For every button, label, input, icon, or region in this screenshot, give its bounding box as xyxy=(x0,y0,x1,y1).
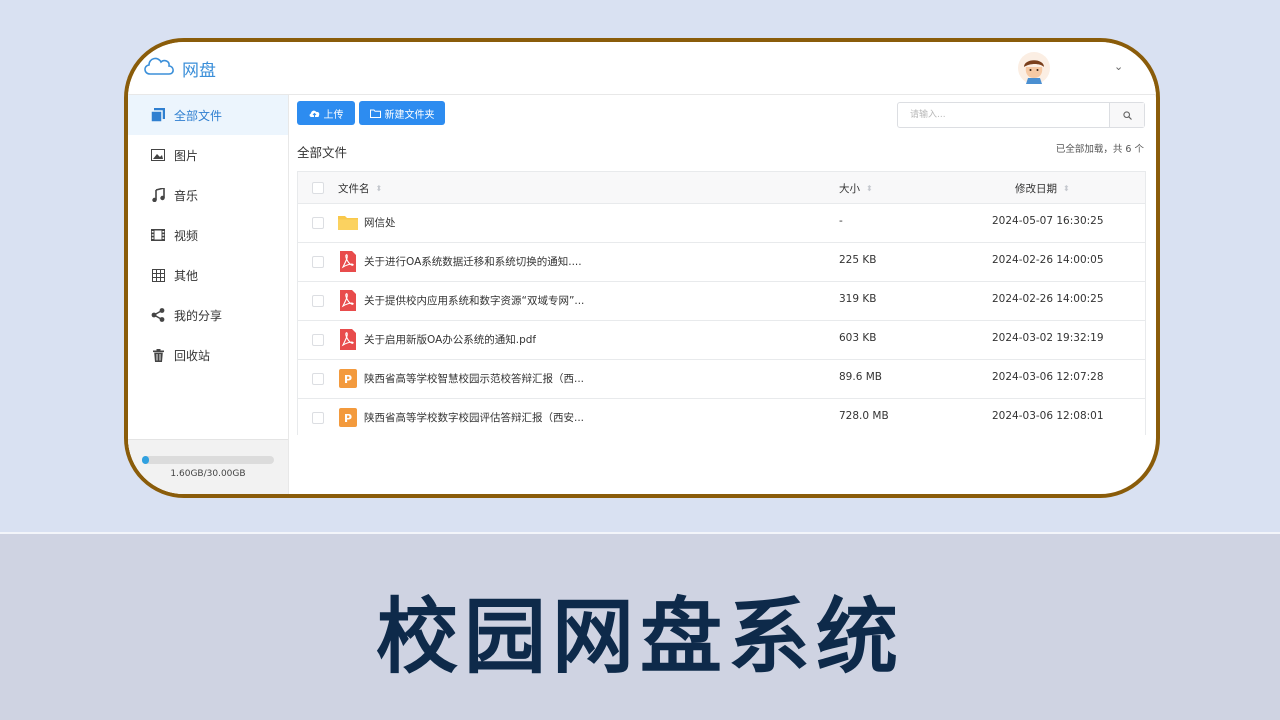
file-modified-date: 2024-03-02 19:32:19 xyxy=(992,332,1104,344)
row-checkbox[interactable] xyxy=(312,217,324,229)
ppt-file-icon: P xyxy=(339,369,357,388)
main-content: 上传 新建文件夹 全部文件 已全部加载，共 6 个 xyxy=(289,95,1156,494)
sidebar-item-label: 我的分享 xyxy=(174,308,223,323)
sidebar-item-label: 回收站 xyxy=(174,348,211,363)
column-header-label: 文件名 xyxy=(338,183,370,195)
table-header: 文件名 ⬍ 大小 ⬍ 修改日期 ⬍ xyxy=(298,172,1145,204)
row-checkbox[interactable] xyxy=(312,295,324,307)
upload-button[interactable]: 上传 xyxy=(297,101,355,125)
user-menu-chevron-icon[interactable]: ⌄ xyxy=(1114,60,1123,73)
storage-progress-bar xyxy=(142,456,274,464)
sort-icon[interactable]: ⬍ xyxy=(1063,184,1070,193)
new-folder-button-label: 新建文件夹 xyxy=(384,109,435,121)
upload-button-label: 上传 xyxy=(323,109,344,121)
file-name[interactable]: 关于启用新版OA办公系统的通知.pdf xyxy=(364,332,536,347)
column-header-label: 大小 xyxy=(839,183,860,195)
sidebar-item-label: 其他 xyxy=(174,268,199,283)
search-box xyxy=(897,102,1145,128)
table-row[interactable]: 关于进行OA系统数据迁移和系统切换的通知.... 225 KB 2024-02-… xyxy=(298,243,1145,282)
ppt-file-icon: P xyxy=(339,408,357,427)
screenshot-frame: 网盘 ⌄ 全部文件 图片 音乐 视频 其他 我的分享 回收站 1.60GB/30… xyxy=(124,38,1160,498)
banner-title: 校园网盘系统 xyxy=(375,590,904,685)
pdf-file-icon xyxy=(340,290,356,311)
file-name[interactable]: 网信处 xyxy=(364,215,396,230)
storage-usage-text: 1.60GB/30.00GB xyxy=(170,469,246,479)
folder-icon xyxy=(369,109,381,118)
file-table: 文件名 ⬍ 大小 ⬍ 修改日期 ⬍ 网信处 - 2024-05-07 16:30… xyxy=(297,171,1146,437)
svg-text:P: P xyxy=(344,412,352,425)
sidebar-item-music[interactable]: 音乐 xyxy=(128,175,288,215)
sidebar-item-video[interactable]: 视频 xyxy=(128,215,288,255)
file-modified-date: 2024-02-26 14:00:05 xyxy=(992,254,1104,266)
sidebar-item-label: 视频 xyxy=(174,228,199,243)
column-header-label: 修改日期 xyxy=(1015,183,1057,195)
image-icon xyxy=(148,149,168,161)
file-name[interactable]: 关于进行OA系统数据迁移和系统切换的通知.... xyxy=(364,254,582,269)
row-checkbox[interactable] xyxy=(312,256,324,268)
share-icon xyxy=(148,308,168,322)
sidebar-item-images[interactable]: 图片 xyxy=(128,135,288,175)
table-row[interactable]: P 陕西省高等学校智慧校园示范校答辩汇报（西... 89.6 MB 2024-0… xyxy=(298,360,1145,399)
cloud-icon xyxy=(144,57,174,75)
file-size: 603 KB xyxy=(839,332,877,344)
sidebar: 全部文件 图片 音乐 视频 其他 我的分享 回收站 1.60GB/30.00GB xyxy=(128,95,289,494)
file-size: 728.0 MB xyxy=(839,410,889,422)
cloud-upload-icon xyxy=(309,109,320,118)
sort-icon[interactable]: ⬍ xyxy=(866,184,873,193)
storage-usage: 1.60GB/30.00GB xyxy=(128,439,288,494)
sidebar-item-my-shares[interactable]: 我的分享 xyxy=(128,295,288,335)
app-logo-text: 网盘 xyxy=(182,61,216,81)
file-name[interactable]: 陕西省高等学校智慧校园示范校答辩汇报（西... xyxy=(364,371,584,386)
column-header-name[interactable]: 文件名 ⬍ xyxy=(338,181,382,196)
avatar[interactable] xyxy=(1018,52,1050,84)
files-icon xyxy=(148,108,168,122)
app-window: 网盘 ⌄ 全部文件 图片 音乐 视频 其他 我的分享 回收站 1.60GB/30… xyxy=(128,42,1156,494)
sidebar-item-other[interactable]: 其他 xyxy=(128,255,288,295)
file-size: 225 KB xyxy=(839,254,877,266)
row-checkbox[interactable] xyxy=(312,373,324,385)
sort-icon[interactable]: ⬍ xyxy=(376,184,383,193)
sidebar-item-label: 图片 xyxy=(174,148,199,163)
grid-icon xyxy=(148,268,168,282)
column-header-size[interactable]: 大小 ⬍ xyxy=(839,181,873,196)
sidebar-item-recycle-bin[interactable]: 回收站 xyxy=(128,335,288,375)
load-status-text: 已全部加载，共 6 个 xyxy=(1055,144,1144,155)
file-name[interactable]: 关于提供校内应用系统和数字资源“双域专网”... xyxy=(364,293,584,308)
sidebar-item-all-files[interactable]: 全部文件 xyxy=(128,95,288,135)
row-checkbox[interactable] xyxy=(312,334,324,346)
file-size: - xyxy=(839,215,843,227)
column-header-date[interactable]: 修改日期 ⬍ xyxy=(1015,181,1070,196)
storage-progress-fill xyxy=(142,456,149,464)
new-folder-button[interactable]: 新建文件夹 xyxy=(359,101,445,125)
file-size: 319 KB xyxy=(839,293,877,305)
search-button[interactable] xyxy=(1109,103,1144,127)
table-row[interactable]: 网信处 - 2024-05-07 16:30:25 xyxy=(298,204,1145,243)
sidebar-item-label: 全部文件 xyxy=(174,108,223,123)
svg-text:P: P xyxy=(344,373,352,386)
app-header: 网盘 ⌄ xyxy=(128,42,1156,95)
pdf-file-icon xyxy=(340,329,356,350)
table-row[interactable]: P 陕西省高等学校数字校园评估答辩汇报（西安... 728.0 MB 2024-… xyxy=(298,399,1145,437)
select-all-checkbox[interactable] xyxy=(312,182,324,194)
breadcrumb: 全部文件 xyxy=(297,145,348,160)
row-checkbox[interactable] xyxy=(312,412,324,424)
search-icon xyxy=(1122,110,1132,120)
file-modified-date: 2024-02-26 14:00:25 xyxy=(992,293,1104,305)
file-modified-date: 2024-05-07 16:30:25 xyxy=(992,215,1104,227)
folder-icon xyxy=(338,216,358,230)
sidebar-item-label: 音乐 xyxy=(174,188,199,203)
table-row[interactable]: 关于提供校内应用系统和数字资源“双域专网”... 319 KB 2024-02-… xyxy=(298,282,1145,321)
trash-icon xyxy=(148,348,168,362)
file-name[interactable]: 陕西省高等学校数字校园评估答辩汇报（西安... xyxy=(364,410,584,425)
pdf-file-icon xyxy=(340,251,356,272)
file-size: 89.6 MB xyxy=(839,371,882,383)
table-row[interactable]: 关于启用新版OA办公系统的通知.pdf 603 KB 2024-03-02 19… xyxy=(298,321,1145,360)
file-modified-date: 2024-03-06 12:08:01 xyxy=(992,410,1104,422)
video-icon xyxy=(148,229,168,241)
file-modified-date: 2024-03-06 12:07:28 xyxy=(992,371,1104,383)
music-icon xyxy=(148,188,168,202)
search-input[interactable] xyxy=(898,103,1120,127)
